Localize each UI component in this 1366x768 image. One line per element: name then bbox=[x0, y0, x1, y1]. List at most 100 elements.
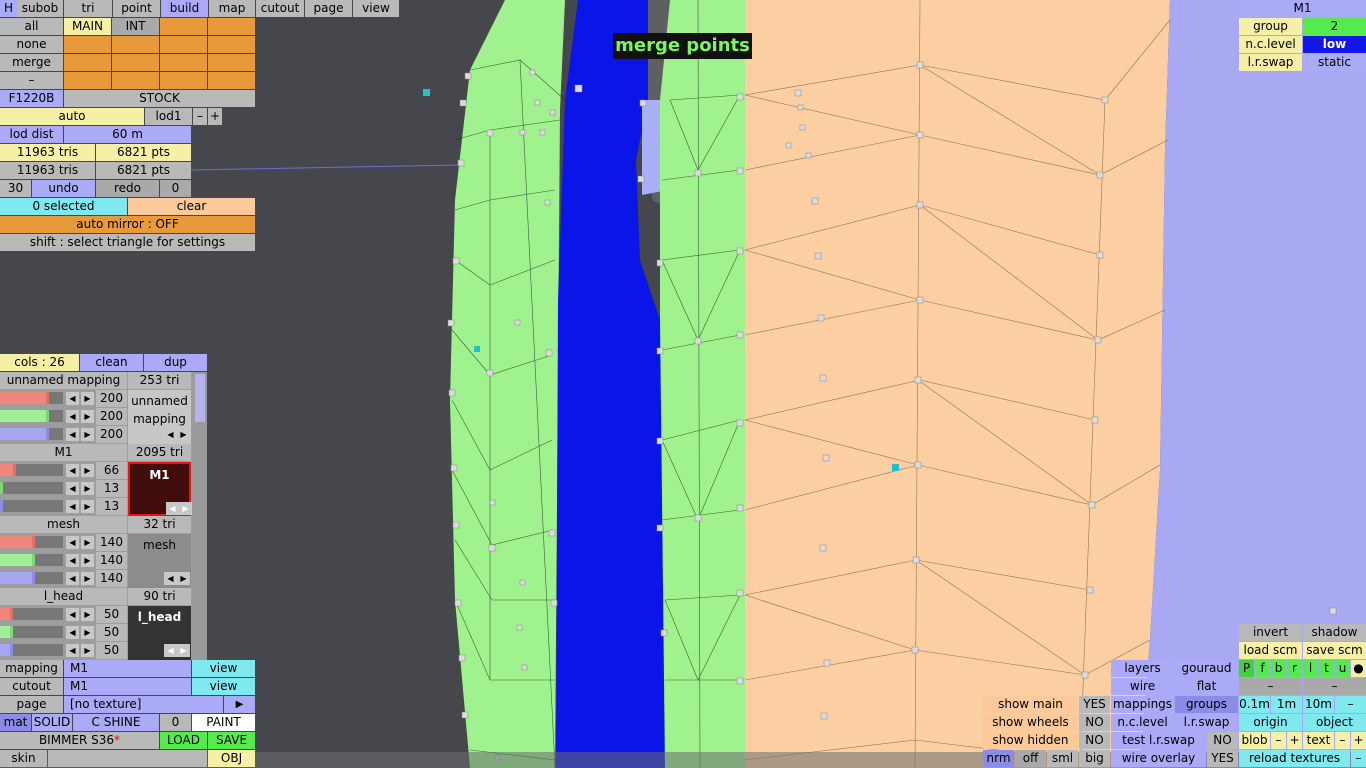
slot[interactable] bbox=[160, 54, 207, 71]
color-value[interactable]: 200 bbox=[96, 408, 127, 425]
select-none-button[interactable]: none bbox=[0, 36, 63, 53]
object-button[interactable]: object bbox=[1303, 714, 1366, 731]
increase-arrow-icon[interactable]: ▶ bbox=[81, 536, 94, 549]
color-slider[interactable] bbox=[0, 464, 63, 476]
next-material-arrow-icon[interactable]: ▶ bbox=[177, 572, 190, 585]
blob-minus-button[interactable]: – bbox=[1271, 732, 1286, 749]
material-name[interactable]: M1 bbox=[0, 444, 127, 461]
color-value[interactable]: 200 bbox=[96, 390, 127, 407]
increase-arrow-icon[interactable]: ▶ bbox=[81, 464, 94, 477]
page-value[interactable]: [no texture] bbox=[64, 696, 223, 713]
main-toggle[interactable]: MAIN bbox=[64, 18, 111, 35]
size-big-button[interactable]: big bbox=[1079, 750, 1110, 767]
color-slider[interactable] bbox=[0, 626, 63, 638]
flag-toggle[interactable]: t bbox=[1319, 660, 1334, 677]
dash-button[interactable]: – bbox=[1303, 678, 1366, 695]
decrease-arrow-icon[interactable]: ◀ bbox=[66, 392, 79, 405]
decrease-arrow-icon[interactable]: ◀ bbox=[66, 572, 79, 585]
color-value[interactable]: 66 bbox=[96, 462, 127, 479]
decrease-arrow-icon[interactable]: ◀ bbox=[66, 644, 79, 657]
clear-button[interactable]: clear bbox=[128, 198, 255, 215]
decrease-arrow-icon[interactable]: ◀ bbox=[66, 500, 79, 513]
lrswap-value[interactable]: static bbox=[1303, 54, 1366, 71]
prev-material-arrow-icon[interactable]: ◀ bbox=[164, 572, 177, 585]
tab-map[interactable]: map bbox=[209, 0, 255, 17]
wire-overlay-toggle[interactable]: YES bbox=[1207, 750, 1238, 767]
color-value[interactable]: 13 bbox=[96, 498, 127, 515]
page-next-button[interactable]: ▶ bbox=[224, 696, 255, 713]
tab-build[interactable]: build bbox=[161, 0, 208, 17]
increase-arrow-icon[interactable]: ▶ bbox=[81, 608, 94, 621]
decrease-arrow-icon[interactable]: ◀ bbox=[66, 464, 79, 477]
color-slider[interactable] bbox=[0, 410, 63, 422]
model-code[interactable]: F1220B bbox=[0, 90, 63, 107]
decrease-arrow-icon[interactable]: ◀ bbox=[66, 410, 79, 423]
dash-button[interactable]: – bbox=[1239, 678, 1302, 695]
save-button[interactable]: SAVE bbox=[208, 732, 255, 749]
load-scm-button[interactable]: load scm bbox=[1239, 642, 1302, 659]
obj-button[interactable]: OBJ bbox=[208, 750, 255, 767]
text-minus-button[interactable]: – bbox=[1335, 732, 1350, 749]
car-name[interactable]: BIMMER S36* bbox=[0, 732, 159, 749]
material-name[interactable]: unnamed mapping bbox=[0, 372, 127, 389]
color-value[interactable]: 140 bbox=[96, 570, 127, 587]
material-preview[interactable]: M1 ◀ ▶ bbox=[128, 462, 192, 516]
mappings-button[interactable]: mappings bbox=[1111, 696, 1174, 713]
size-sml-button[interactable]: sml bbox=[1047, 750, 1078, 767]
gouraud-button[interactable]: gouraud bbox=[1175, 660, 1238, 677]
prev-material-arrow-icon[interactable]: ◀ bbox=[166, 502, 179, 515]
color-slider[interactable] bbox=[0, 482, 63, 494]
color-slider[interactable] bbox=[0, 428, 63, 440]
color-value[interactable]: 50 bbox=[96, 642, 127, 659]
step-minus-button[interactable]: – bbox=[1335, 696, 1366, 713]
lod-minus-button[interactable]: – bbox=[193, 108, 207, 125]
flag-toggle[interactable]: u bbox=[1335, 660, 1350, 677]
material-scrollbar[interactable] bbox=[193, 372, 207, 660]
material-preview[interactable]: unnamed mapping ◀ ▶ bbox=[128, 390, 191, 444]
show-wheels-toggle[interactable]: NO bbox=[1079, 714, 1110, 731]
prev-material-arrow-icon[interactable]: ◀ bbox=[164, 644, 177, 657]
color-value[interactable]: 140 bbox=[96, 552, 127, 569]
slot[interactable] bbox=[160, 36, 207, 53]
reload-minus-button[interactable]: – bbox=[1351, 750, 1366, 767]
cutout-value[interactable]: M1 bbox=[64, 678, 191, 695]
skin-field[interactable] bbox=[48, 750, 207, 767]
size-off-button[interactable]: off bbox=[1015, 750, 1046, 767]
show-hidden-toggle[interactable]: NO bbox=[1079, 732, 1110, 749]
clean-button[interactable]: clean bbox=[80, 354, 143, 371]
reload-textures-button[interactable]: reload textures bbox=[1239, 750, 1350, 767]
next-material-arrow-icon[interactable]: ▶ bbox=[177, 428, 190, 441]
slot[interactable] bbox=[208, 72, 255, 89]
color-value[interactable]: 13 bbox=[96, 480, 127, 497]
group-value[interactable]: 2 bbox=[1303, 18, 1366, 35]
slot[interactable] bbox=[64, 72, 111, 89]
cutout-view-button[interactable]: view bbox=[192, 678, 255, 695]
auto-mirror-toggle[interactable]: auto mirror : OFF bbox=[0, 216, 255, 233]
color-slider[interactable] bbox=[0, 500, 63, 512]
material-name[interactable]: mesh bbox=[0, 516, 127, 533]
flag-toggle[interactable]: P bbox=[1239, 660, 1254, 677]
decrease-arrow-icon[interactable]: ◀ bbox=[66, 608, 79, 621]
color-value[interactable]: 200 bbox=[96, 426, 127, 443]
lod-select[interactable]: lod1 bbox=[145, 108, 192, 125]
slot[interactable] bbox=[112, 54, 159, 71]
flag-toggle[interactable]: r bbox=[1287, 660, 1302, 677]
shadow-button[interactable]: shadow bbox=[1303, 624, 1366, 641]
slot[interactable] bbox=[208, 18, 255, 35]
next-material-arrow-icon[interactable]: ▶ bbox=[179, 502, 192, 515]
next-material-arrow-icon[interactable]: ▶ bbox=[177, 644, 190, 657]
stock-button[interactable]: STOCK bbox=[64, 90, 255, 107]
color-slider[interactable] bbox=[0, 572, 63, 584]
tab-h[interactable]: H bbox=[0, 0, 17, 17]
tab-subob[interactable]: subob bbox=[17, 0, 63, 17]
flag-toggle[interactable]: l bbox=[1303, 660, 1318, 677]
material-preview[interactable]: mesh ◀ ▶ bbox=[128, 534, 191, 588]
tab-view[interactable]: view bbox=[353, 0, 399, 17]
slot[interactable] bbox=[160, 72, 207, 89]
merge-button[interactable]: merge bbox=[0, 54, 63, 71]
redo-button[interactable]: redo bbox=[96, 180, 159, 197]
save-scm-button[interactable]: save scm bbox=[1303, 642, 1366, 659]
increase-arrow-icon[interactable]: ▶ bbox=[81, 572, 94, 585]
increase-arrow-icon[interactable]: ▶ bbox=[81, 500, 94, 513]
minus-button[interactable]: – bbox=[0, 72, 63, 89]
